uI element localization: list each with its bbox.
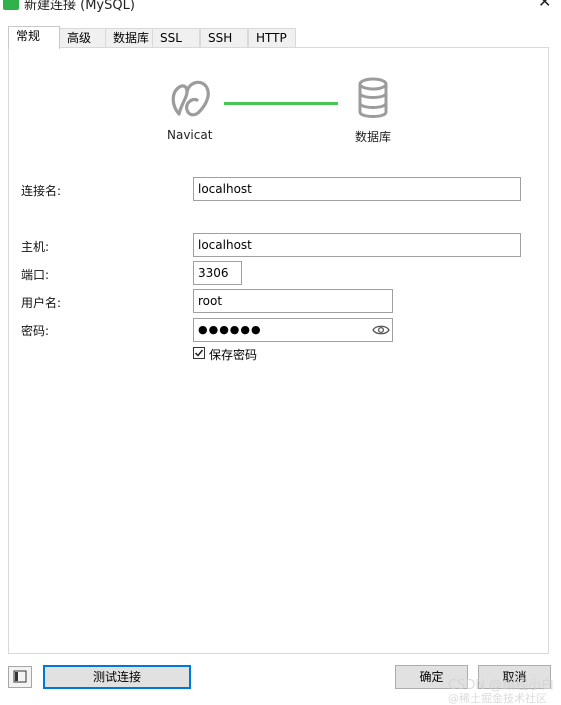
dialog-footer: 测试连接 确定 取消 — [0, 654, 561, 699]
test-connection-button[interactable]: 测试连接 — [43, 665, 191, 689]
username-label: 用户名: — [21, 296, 62, 310]
port-label: 端口: — [21, 268, 50, 282]
connection-name-input[interactable] — [193, 177, 521, 201]
navicat-leaf-icon — [3, 0, 19, 10]
connection-name-label: 连接名: — [21, 184, 62, 198]
panel-toggle-icon — [13, 670, 27, 683]
password-masked-value: ●●●●●● — [198, 323, 262, 336]
password-input[interactable]: ●●●●●● — [193, 318, 393, 342]
connection-line — [224, 102, 338, 105]
close-icon[interactable]: ✕ — [538, 0, 551, 11]
save-password-label[interactable]: 保存密码 — [209, 346, 257, 363]
cancel-button[interactable]: 取消 — [478, 665, 551, 689]
database-icon — [358, 77, 388, 118]
save-password-checkbox[interactable] — [193, 347, 205, 359]
tab-http[interactable]: HTTP — [248, 28, 296, 48]
database-caption: 数据库 — [355, 130, 392, 144]
tab-database[interactable]: 数据库 — [105, 28, 153, 48]
show-password-eye-icon[interactable] — [372, 323, 390, 337]
navicat-logo-icon — [171, 80, 210, 117]
tab-general[interactable]: 常规 — [8, 26, 60, 49]
sidebar-toggle-button[interactable] — [8, 666, 32, 688]
checkmark-icon — [194, 349, 204, 357]
password-label: 密码: — [21, 324, 50, 338]
ok-button[interactable]: 确定 — [395, 665, 468, 689]
port-input[interactable] — [193, 261, 242, 285]
window-title: 新建连接 (MySQL) — [24, 0, 135, 12]
tab-ssl[interactable]: SSL — [152, 28, 200, 48]
host-input[interactable] — [193, 233, 521, 257]
username-input[interactable] — [193, 289, 393, 313]
host-label: 主机: — [21, 240, 50, 254]
navicat-caption: Navicat — [167, 128, 213, 142]
tab-advanced[interactable]: 高级 — [59, 28, 108, 48]
tab-ssh[interactable]: SSH — [200, 28, 248, 48]
general-panel: Navicat 数据库 连接名: 主机: 端口: 用户名: 密码: ●●●●●●… — [8, 47, 549, 654]
title-bar: 新建连接 (MySQL) ✕ — [0, 0, 561, 12]
